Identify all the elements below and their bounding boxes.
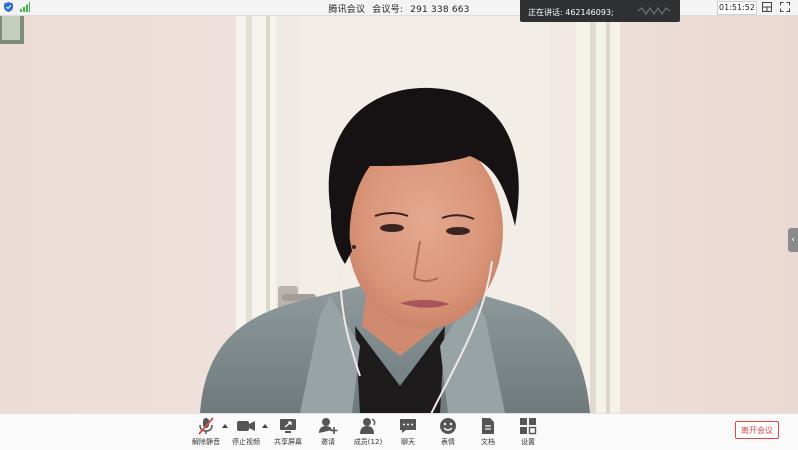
- invite-label: 邀请: [321, 438, 335, 446]
- members-label: 成员(12): [353, 438, 383, 446]
- participant-video[interactable]: ‹: [0, 16, 798, 413]
- stop-video-button[interactable]: 停止视频: [226, 416, 266, 450]
- document-icon: [482, 418, 494, 434]
- app-title: 腾讯会议: [328, 5, 366, 15]
- emoji-icon: [440, 418, 456, 434]
- settings-button[interactable]: 设置: [508, 416, 548, 450]
- leave-meeting-button[interactable]: 离开会议: [735, 421, 779, 439]
- document-button[interactable]: 文档: [468, 416, 508, 450]
- speaking-text: 正在讲话: 462146093;: [528, 8, 614, 17]
- layout-icon[interactable]: [762, 2, 772, 15]
- members-icon: [360, 418, 376, 434]
- fullscreen-icon[interactable]: [780, 2, 790, 15]
- chat-icon: [400, 419, 416, 433]
- stop-video-label: 停止视频: [232, 438, 260, 446]
- chat-button[interactable]: 聊天: [388, 416, 428, 450]
- microphone-muted-icon: [198, 417, 214, 435]
- meeting-id-label: 会议号:: [372, 5, 404, 15]
- chat-label: 聊天: [401, 438, 415, 446]
- meeting-toolbar: 解除静音 停止视频 共享屏幕 邀请 成员(12) 聊天 表情 文档 设置 离开会…: [0, 413, 798, 450]
- share-screen-button[interactable]: 共享屏幕: [268, 416, 308, 450]
- speaking-indicator: 正在讲话: 462146093;: [520, 0, 680, 22]
- video-camera-icon: [237, 421, 255, 431]
- chevron-left-icon: ‹: [791, 235, 795, 245]
- side-panel-toggle[interactable]: ‹: [788, 228, 798, 252]
- meeting-id: 291 338 663: [410, 5, 470, 15]
- meeting-timer: 01:51:52: [717, 1, 757, 15]
- invite-button[interactable]: 邀请: [308, 416, 348, 450]
- share-screen-icon: [280, 419, 296, 433]
- unmute-button[interactable]: 解除静音: [186, 416, 226, 450]
- emoji-label: 表情: [441, 438, 455, 446]
- unmute-label: 解除静音: [192, 438, 220, 446]
- settings-label: 设置: [521, 438, 535, 446]
- invite-icon: [319, 418, 338, 434]
- share-screen-label: 共享屏幕: [274, 438, 302, 446]
- voice-wave-icon: [637, 6, 672, 17]
- document-label: 文档: [481, 438, 495, 446]
- video-frame: [0, 16, 798, 413]
- settings-icon: [520, 418, 537, 435]
- emoji-button[interactable]: 表情: [428, 416, 468, 450]
- members-button[interactable]: 成员(12): [348, 416, 388, 450]
